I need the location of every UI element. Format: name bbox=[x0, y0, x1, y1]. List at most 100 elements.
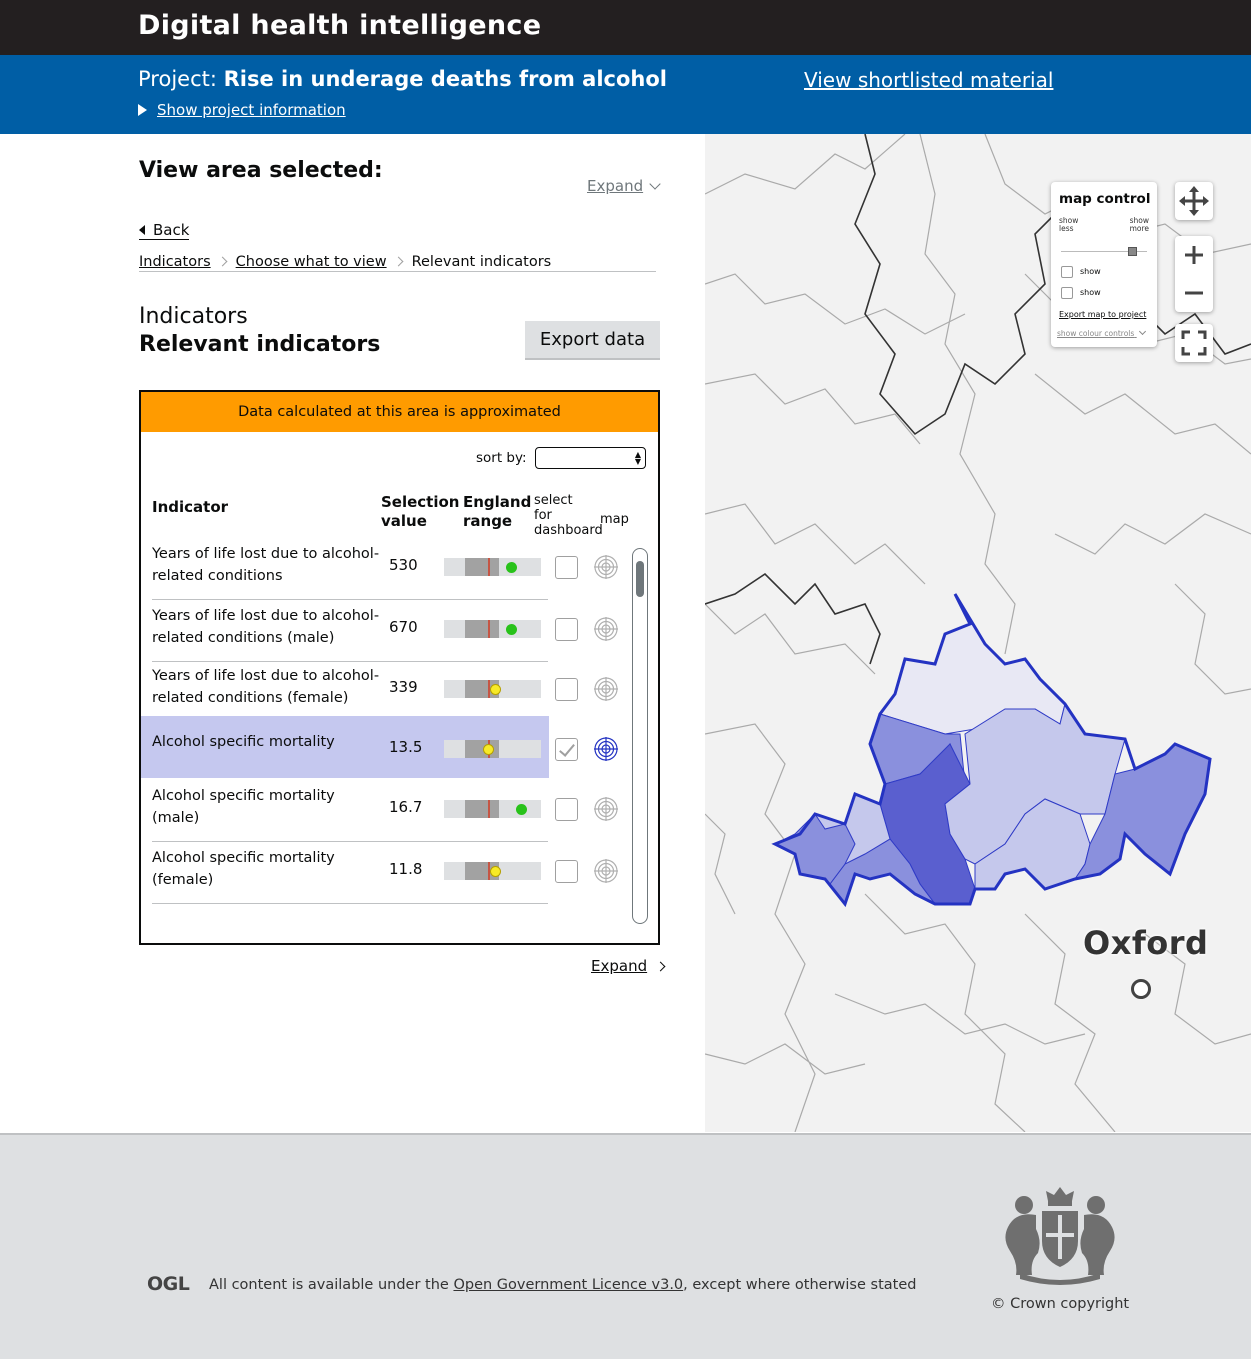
sort-label: sort by: bbox=[476, 450, 527, 466]
col-header-england-range: England range bbox=[463, 493, 531, 531]
table-row[interactable]: Alcohol specific mortality (female) 11.8 bbox=[141, 842, 618, 904]
site-title[interactable]: Digital health intelligence bbox=[138, 10, 541, 41]
select-for-dashboard-checkbox[interactable] bbox=[555, 798, 578, 821]
show-checkbox-1-label: show bbox=[1080, 267, 1101, 276]
area-value-marker bbox=[489, 866, 501, 877]
sort-select[interactable]: ▲ ▼ bbox=[535, 447, 646, 469]
chevron-right-icon bbox=[655, 961, 666, 972]
plus-icon bbox=[1185, 246, 1203, 264]
col-header-map: map bbox=[600, 512, 629, 527]
table-row[interactable]: Alcohol specific mortality 13.5 bbox=[141, 716, 618, 778]
disclosure-triangle-icon bbox=[138, 104, 147, 116]
expand-area-link[interactable]: Expand bbox=[587, 177, 661, 195]
select-for-dashboard-checkbox[interactable] bbox=[555, 556, 578, 579]
breadcrumb-chevron-icon bbox=[217, 256, 228, 267]
range-benchmark-line bbox=[488, 558, 490, 576]
area-heading: View area selected: bbox=[139, 158, 383, 183]
table-row[interactable]: Alcohol specific mortality (male) 16.7 bbox=[141, 780, 618, 842]
england-range-bar bbox=[444, 740, 541, 758]
range-interquartile bbox=[465, 800, 499, 818]
table-row[interactable]: Years of life lost due to alcohol-relate… bbox=[141, 600, 618, 662]
show-project-info-toggle[interactable]: Show project information bbox=[138, 101, 346, 119]
licence-prefix: All content is available under the bbox=[209, 1277, 454, 1293]
pan-button[interactable] bbox=[1175, 182, 1213, 220]
breadcrumb-choose-what-to-view[interactable]: Choose what to view bbox=[236, 254, 387, 270]
area-value-marker bbox=[506, 624, 518, 635]
back-link[interactable]: Back bbox=[139, 221, 190, 240]
map-county-boundaries bbox=[705, 134, 1251, 665]
breadcrumb-chevron-icon bbox=[393, 256, 404, 267]
show-less-label: show less bbox=[1059, 216, 1079, 233]
site-footer: OGL All content is available under the O… bbox=[0, 1133, 1251, 1359]
col-header-indicator: Indicator bbox=[152, 498, 229, 516]
selection-value: 11.8 bbox=[389, 860, 423, 878]
licence-link[interactable]: Open Government Licence v3.0 bbox=[453, 1277, 683, 1293]
table-row[interactable]: Years of life lost due to alcohol-relate… bbox=[141, 538, 618, 600]
select-for-dashboard-checkbox[interactable] bbox=[555, 860, 578, 883]
range-interquartile bbox=[465, 558, 499, 576]
breadcrumb-indicators[interactable]: Indicators bbox=[139, 254, 211, 270]
map-view[interactable]: map control show less show more show sho… bbox=[705, 134, 1251, 1132]
select-for-dashboard-checkbox[interactable] bbox=[555, 618, 578, 641]
expand-indicators-label: Expand bbox=[591, 957, 648, 975]
show-on-map-target-icon[interactable] bbox=[594, 859, 618, 883]
show-on-map-target-icon[interactable] bbox=[594, 677, 618, 701]
range-interquartile bbox=[465, 620, 499, 638]
indicator-name: Years of life lost due to alcohol-relate… bbox=[152, 668, 380, 706]
map-canvas[interactable] bbox=[705, 134, 1251, 1132]
export-data-button[interactable]: Export data bbox=[525, 321, 660, 360]
col-header-england-line1: England bbox=[463, 493, 532, 511]
range-benchmark-line bbox=[488, 800, 490, 818]
show-checkbox-2[interactable] bbox=[1061, 287, 1073, 299]
range-benchmark-line bbox=[488, 620, 490, 638]
show-checkbox-1[interactable] bbox=[1061, 266, 1073, 278]
show-on-map-target-icon[interactable] bbox=[594, 797, 618, 821]
breadcrumb: Indicators Choose what to view Relevant in… bbox=[139, 254, 656, 272]
back-arrow-icon bbox=[139, 225, 145, 235]
fullscreen-button[interactable] bbox=[1175, 324, 1213, 362]
show-on-map-target-icon[interactable] bbox=[594, 737, 618, 761]
col-header-select-line3: dashboard bbox=[534, 523, 603, 538]
show-colour-controls-link[interactable]: show colour controls bbox=[1057, 327, 1146, 338]
england-range-bar bbox=[444, 558, 541, 576]
licence-suffix: , except where otherwise stated bbox=[683, 1277, 917, 1293]
approximation-warning: Data calculated at this area is approxim… bbox=[141, 392, 658, 432]
export-map-link[interactable]: Export map to project bbox=[1059, 310, 1146, 319]
select-for-dashboard-checkbox[interactable] bbox=[555, 738, 578, 761]
zoom-in-button[interactable] bbox=[1175, 236, 1213, 274]
map-control-title: map control bbox=[1059, 191, 1151, 207]
site-header: Digital health intelligence bbox=[0, 0, 1251, 55]
area-value-marker bbox=[506, 562, 518, 573]
selected-area-regions[interactable] bbox=[773, 593, 1211, 906]
expand-indicators-link[interactable]: Expand bbox=[591, 957, 666, 975]
zoom-controls bbox=[1175, 236, 1213, 312]
show-on-map-target-icon[interactable] bbox=[594, 617, 618, 641]
zoom-out-button[interactable] bbox=[1175, 274, 1213, 312]
back-label: Back bbox=[153, 221, 190, 239]
detail-slider-handle[interactable] bbox=[1128, 247, 1137, 256]
england-range-bar bbox=[444, 800, 541, 818]
row-divider bbox=[152, 903, 548, 904]
show-more-label: show more bbox=[1129, 216, 1149, 233]
selection-value: 339 bbox=[389, 678, 418, 696]
col-header-select-line1: select bbox=[534, 493, 573, 508]
selection-value: 13.5 bbox=[389, 738, 423, 756]
show-on-map-target-icon[interactable] bbox=[594, 555, 618, 579]
show-colour-controls-label: show colour controls bbox=[1057, 329, 1135, 338]
area-value-marker bbox=[516, 804, 528, 815]
breadcrumb-current: Relevant indicators bbox=[411, 254, 552, 270]
indicator-name: Years of life lost due to alcohol-relate… bbox=[152, 608, 380, 646]
indicator-name: Alcohol specific mortality bbox=[152, 734, 335, 750]
scrollbar-thumb[interactable] bbox=[636, 561, 644, 597]
licence-text: All content is available under the Open … bbox=[209, 1277, 916, 1293]
col-header-selection-line2: value bbox=[381, 512, 427, 530]
view-shortlisted-link[interactable]: View shortlisted material bbox=[804, 68, 1053, 92]
show-project-info-label: Show project information bbox=[157, 101, 346, 119]
table-row[interactable]: Years of life lost due to alcohol-relate… bbox=[141, 660, 618, 722]
selection-value: 530 bbox=[389, 556, 418, 574]
indicator-name: Alcohol specific mortality (female) bbox=[152, 850, 335, 888]
left-panel: View area selected: Expand Back Indicato… bbox=[0, 134, 705, 1134]
project-bar: Project: Rise in underage deaths from al… bbox=[0, 55, 1251, 134]
select-for-dashboard-checkbox[interactable] bbox=[555, 678, 578, 701]
list-scrollbar[interactable] bbox=[632, 548, 648, 924]
